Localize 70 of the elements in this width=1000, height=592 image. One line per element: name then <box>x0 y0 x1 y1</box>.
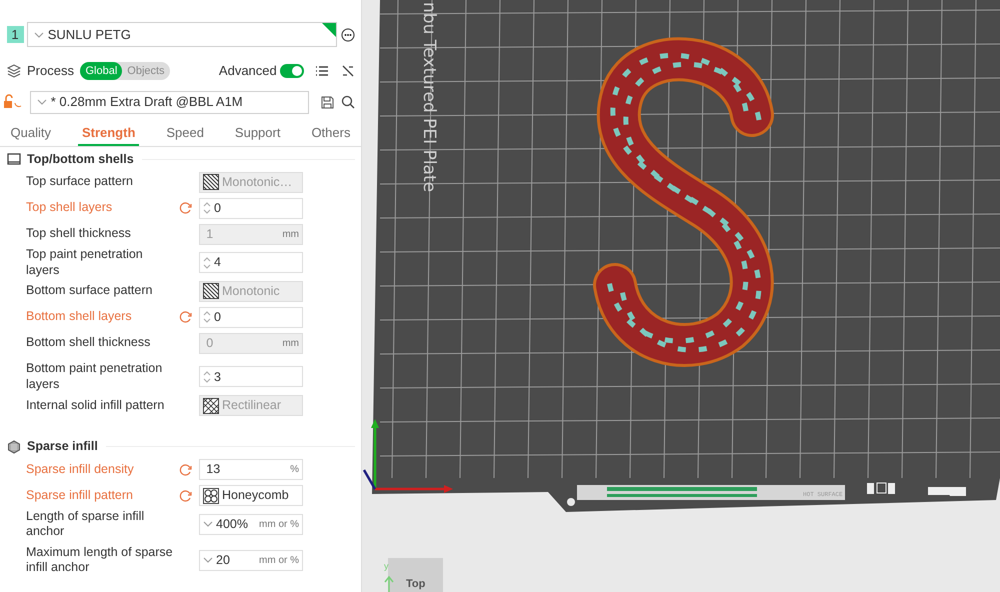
setting-label: Top shell thickness <box>25 226 132 242</box>
scope-tab[interactable]: Objects <box>122 62 170 80</box>
reset-icon[interactable] <box>179 488 192 502</box>
caret-icon <box>36 98 47 106</box>
filament-dropdown[interactable]: SUNLU PETG <box>26 22 338 47</box>
unlock-icon <box>3 94 24 110</box>
setting-label: Maximum length of sparse infill anchor <box>25 544 174 576</box>
pattern-icon <box>203 488 219 504</box>
pattern-icon <box>203 174 219 190</box>
caret-icon <box>203 520 213 528</box>
settings-tab[interactable]: Quality <box>6 120 55 146</box>
value-dropdown[interactable]: 20 mm or % <box>199 550 303 571</box>
value-dropdown[interactable]: 400% mm or % <box>199 514 303 535</box>
caret-icon <box>203 556 213 564</box>
settings-tab[interactable]: Support <box>230 120 284 146</box>
setting-label: Length of sparse infill anchor <box>25 508 146 540</box>
setting-label: Top paint penetration layers <box>25 247 144 278</box>
view-label: Top <box>406 578 426 590</box>
settings-tab[interactable]: Others <box>307 120 354 146</box>
pattern-icon <box>203 398 219 414</box>
layers-icon <box>6 64 20 78</box>
axis-label: y <box>384 561 388 571</box>
section-heading: Sparse infill <box>27 438 98 456</box>
toggle-label: Advanced <box>218 62 277 80</box>
spin-field[interactable]: 0 <box>199 306 303 328</box>
section-title: Process <box>27 62 74 80</box>
list-icon[interactable] <box>315 64 330 77</box>
setting-label: Bottom paint penetration layers <box>25 361 164 392</box>
reset-icon[interactable] <box>179 462 192 476</box>
setting-label: Sparse infill pattern <box>25 488 134 504</box>
setting-label: Internal solid infill pattern <box>25 398 166 414</box>
view-cube[interactable] <box>388 558 443 592</box>
compare-icon[interactable] <box>340 64 354 78</box>
more-icon[interactable] <box>340 28 354 42</box>
stepper-icon <box>203 202 211 214</box>
plate-mark-icon <box>867 482 895 494</box>
scope-tab[interactable]: Global <box>80 62 122 80</box>
hexagon-icon <box>6 440 20 454</box>
reset-icon[interactable] <box>179 201 192 215</box>
number-field[interactable]: 13 % <box>199 459 303 480</box>
settings-tab[interactable]: Strength <box>78 120 140 146</box>
section-heading: Top/bottom shells <box>27 150 134 168</box>
stepper-icon <box>203 311 211 324</box>
axes-icon <box>362 419 453 493</box>
setting-label: Bottom shell thickness <box>25 335 152 352</box>
spin-field[interactable]: 4 <box>199 252 303 274</box>
spin-field[interactable]: 0 <box>199 198 303 218</box>
preset-dropdown[interactable]: * 0.28mm Extra Draft @BBL A1M <box>30 90 308 114</box>
stepper-icon <box>203 370 211 383</box>
setting-label: Bottom shell layers <box>25 309 133 326</box>
spin-field[interactable]: 3 <box>199 366 303 388</box>
reset-icon[interactable] <box>179 310 192 324</box>
plate-label: nbu Textured PEI Plate <box>419 2 439 192</box>
setting-label: Bottom surface pattern <box>25 283 154 300</box>
setting-label: Top shell layers <box>25 200 114 216</box>
pattern-dropdown[interactable]: Honeycomb <box>199 485 303 506</box>
filament-index: 1 <box>6 26 24 43</box>
plate-tab-icon <box>928 487 966 496</box>
advanced-toggle[interactable] <box>280 64 304 78</box>
save-icon[interactable] <box>321 96 334 108</box>
arrow-icon <box>384 576 394 592</box>
stepper-icon <box>203 256 211 269</box>
setting-label: Top surface pattern <box>25 174 134 190</box>
setting-label: Sparse infill density <box>25 462 135 478</box>
caret-icon <box>34 30 44 38</box>
pattern-icon <box>203 283 219 300</box>
panel-icon <box>6 152 20 166</box>
settings-tab[interactable]: Speed <box>162 120 208 146</box>
search-icon[interactable] <box>340 95 354 109</box>
color-corner-icon <box>322 23 336 37</box>
